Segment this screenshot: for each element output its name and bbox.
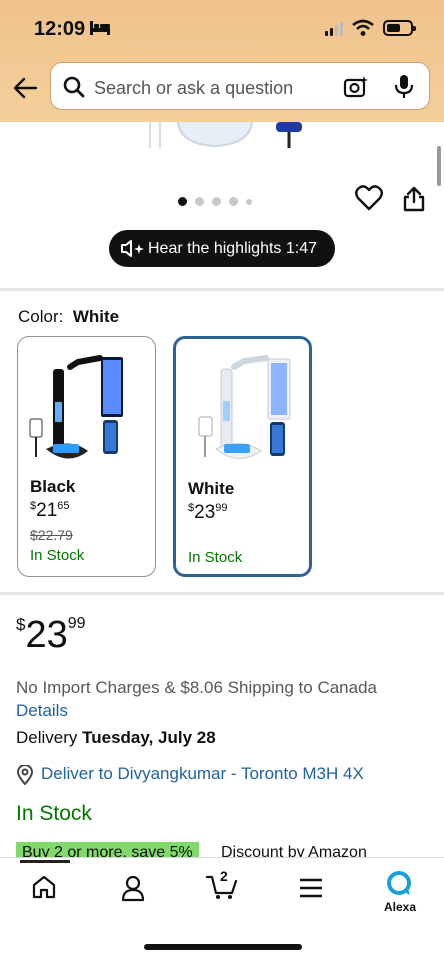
search-bar[interactable]: Search or ask a question <box>50 62 430 110</box>
search-input[interactable]: Search or ask a question <box>94 78 293 99</box>
color-option-price: $2399 <box>188 502 228 523</box>
deliver-to-text: Deliver to Divyangkumar - Toronto M3H 4X <box>41 764 364 783</box>
color-label: Color: White <box>18 307 119 327</box>
carousel-dot-active[interactable] <box>178 197 187 206</box>
phone-image <box>276 122 302 132</box>
color-option-white[interactable]: White $2399 In Stock <box>173 336 312 577</box>
home-indicator <box>144 944 302 950</box>
carousel-dot[interactable] <box>246 199 252 205</box>
hear-highlights-button[interactable]: Hear the highlights 1:47 <box>109 230 335 267</box>
carousel-dot[interactable] <box>212 197 221 206</box>
cart-count: 2 <box>220 868 228 884</box>
carousel-dot[interactable] <box>195 197 204 206</box>
alexa-icon[interactable] <box>386 870 412 896</box>
color-option-stock: In Stock <box>188 549 243 566</box>
cart-tab[interactable]: 2 <box>205 868 239 901</box>
status-time: 12:09 <box>34 18 86 40</box>
account-icon[interactable] <box>120 874 146 902</box>
battery-icon <box>383 20 416 36</box>
color-option-price: $2165 <box>30 500 70 521</box>
camera-lens-icon[interactable] <box>343 75 369 99</box>
shipping-details-link[interactable]: Details <box>16 701 68 721</box>
image-carousel-dots[interactable] <box>178 193 260 211</box>
white-lamp-image <box>198 355 291 459</box>
product-price: $2399 <box>16 614 86 656</box>
menu-icon[interactable] <box>299 878 323 898</box>
color-option-name: White <box>188 479 235 498</box>
alexa-label[interactable]: Alexa <box>384 900 416 914</box>
color-option-black[interactable]: Black $2165 $22.79 In Stock <box>17 336 156 577</box>
lamp-base-image <box>177 122 253 148</box>
section-divider <box>0 592 444 595</box>
sleep-focus-icon <box>90 21 110 35</box>
color-option-stock: In Stock <box>30 547 85 564</box>
black-lamp-image <box>29 355 123 459</box>
microphone-icon[interactable] <box>394 74 414 100</box>
active-tab-indicator <box>20 860 70 863</box>
scroll-indicator <box>437 146 441 186</box>
heart-icon[interactable] <box>355 185 383 211</box>
search-icon <box>63 76 85 98</box>
status-bar: 12:09 <box>0 16 444 46</box>
shipping-text: No Import Charges & $8.06 Shipping to Ca… <box>16 678 378 697</box>
home-icon[interactable] <box>31 874 57 900</box>
hear-highlights-label: Hear the highlights 1:47 <box>148 240 317 257</box>
cellular-signal-icon <box>325 22 343 36</box>
selected-color: White <box>72 307 120 326</box>
color-label-prefix: Color: <box>18 307 64 326</box>
lamp-image-fragment <box>149 122 161 148</box>
location-pin-icon <box>16 765 34 785</box>
share-icon[interactable] <box>403 186 425 212</box>
wifi-icon <box>352 19 374 36</box>
delivery-date: Delivery Tuesday, July 28 <box>16 728 216 747</box>
color-option-was-price: $22.79 <box>30 527 73 543</box>
carousel-dot[interactable] <box>229 197 238 206</box>
color-option-name: Black <box>30 477 76 496</box>
audio-sparkle-icon <box>121 240 144 257</box>
back-arrow-icon[interactable] <box>12 75 38 101</box>
availability-status: In Stock <box>16 802 92 825</box>
section-divider <box>0 288 444 291</box>
